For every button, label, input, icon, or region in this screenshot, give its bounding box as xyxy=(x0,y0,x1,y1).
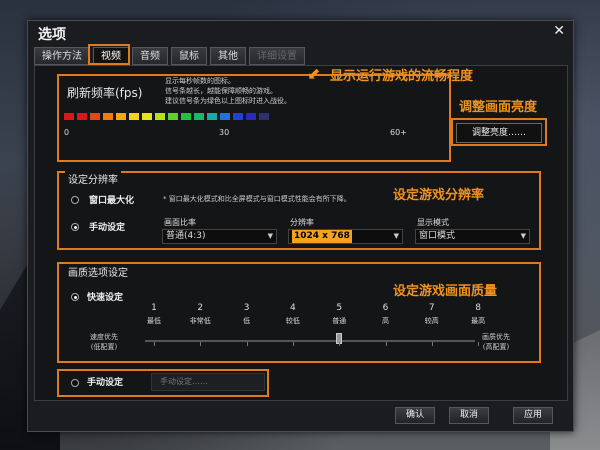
tab-other[interactable]: 其他 xyxy=(210,47,246,65)
quality-level-label: 非常低 xyxy=(189,317,211,325)
annotation-quality: 设定游戏画面质量 xyxy=(393,284,498,299)
fps-segment xyxy=(233,113,243,120)
close-icon[interactable]: ✕ xyxy=(553,23,565,39)
tab-advanced[interactable]: 详细设置 xyxy=(249,47,305,65)
fps-title: 刷新频率(fps) xyxy=(67,86,143,100)
speed-priority-label: 速度优先 (低配置) xyxy=(90,333,118,351)
fps-segment xyxy=(168,113,178,120)
chevron-down-icon: ▼ xyxy=(520,232,526,240)
titlebar: 选项 ✕ xyxy=(28,21,573,43)
maximize-note: * 窗口最大化模式和比全屏模式与窗口模式性能会有所下降。 xyxy=(163,195,351,203)
fps-segment xyxy=(194,113,204,120)
ok-button[interactable]: 确认 xyxy=(395,407,435,424)
fps-segment xyxy=(142,113,152,120)
quality-slider-track[interactable] xyxy=(145,340,475,342)
display-mode-select[interactable]: 窗口模式 ▼ xyxy=(415,229,530,244)
fps-tick-30: 30 xyxy=(219,128,230,137)
manual-resolution-label: 手动设定 xyxy=(89,223,126,233)
annotation-brightness: 调整画面亮度 xyxy=(459,100,538,115)
tab-controls[interactable]: 操作方法 xyxy=(34,47,90,65)
fps-segment xyxy=(181,113,191,120)
manual-quality-button[interactable]: 手动设定…… xyxy=(151,373,265,391)
quick-setting-radio[interactable] xyxy=(71,293,79,301)
quality-slider-tick xyxy=(200,342,202,346)
maximize-window-radio[interactable] xyxy=(71,196,79,204)
quality-level-number: 4 xyxy=(290,303,296,313)
aspect-ratio-select[interactable]: 普通(4:3) ▼ xyxy=(162,229,277,244)
adjust-brightness-button[interactable]: 调整亮度…… xyxy=(456,123,542,143)
fps-segment xyxy=(90,113,100,120)
manual-quality-label: 手动设定 xyxy=(87,378,124,388)
display-mode-label: 显示模式 xyxy=(417,218,449,227)
fps-segment xyxy=(220,113,230,120)
quality-level-number: 2 xyxy=(197,303,204,313)
resolution-select[interactable]: 1024 x 768 ▼ xyxy=(288,229,403,244)
quality-level-label: 普通 xyxy=(332,317,347,325)
quality-level-label: 低 xyxy=(243,317,251,325)
dialog-title: 选项 xyxy=(38,27,66,43)
manual-resolution-radio[interactable] xyxy=(71,223,79,231)
fps-segment xyxy=(207,113,217,120)
apply-button[interactable]: 应用 xyxy=(513,407,553,424)
quality-level-number: 3 xyxy=(243,303,250,313)
annotation-fps: 显示运行游戏的流畅程度 xyxy=(330,69,474,84)
manual-quality-radio[interactable] xyxy=(71,379,79,387)
options-dialog: 选项 ✕ 操作方法 视频 音频 鼠标 其他 详细设置 刷新频率(fps) 显示每… xyxy=(27,20,574,432)
resolution-label: 分辨率 xyxy=(290,218,314,227)
maximize-window-label: 窗口最大化 xyxy=(89,196,135,206)
fps-tick-60: 60+ xyxy=(390,128,407,137)
annotation-resolution: 设定游戏分辨率 xyxy=(393,188,485,203)
fps-tick-0: 0 xyxy=(64,128,70,137)
quality-slider-tick xyxy=(154,342,155,346)
annotation-box-video-tab xyxy=(88,44,130,65)
fps-segment xyxy=(103,113,113,120)
fps-description: 显示每秒帧数的图标。 信号条越长，越能保障顺畅的游戏。 建议信号条为绿色以上图标… xyxy=(165,77,291,105)
quality-slider-tick xyxy=(246,342,248,346)
fps-segment xyxy=(246,113,256,120)
tab-audio[interactable]: 音频 xyxy=(132,47,168,65)
tab-mouse[interactable]: 鼠标 xyxy=(171,47,207,65)
fps-segment xyxy=(116,113,126,120)
quality-level-label: 最高 xyxy=(471,317,486,325)
quality-slider-tick xyxy=(339,342,341,346)
quality-slider-tick xyxy=(385,342,387,346)
quality-level-number: 7 xyxy=(428,303,435,313)
fps-segment xyxy=(129,113,139,120)
quality-group-label: 画质选项设定 xyxy=(65,264,131,279)
cancel-button[interactable]: 取消 xyxy=(449,407,489,424)
quality-priority-label: 画质优先 (高配置) xyxy=(482,333,510,351)
quality-level-label: 最低 xyxy=(147,317,161,325)
fps-meter xyxy=(64,113,269,120)
quality-level-number: 6 xyxy=(382,303,389,313)
fps-segment xyxy=(155,113,165,120)
quality-slider-tick xyxy=(431,342,433,346)
fps-segment xyxy=(64,113,74,120)
quality-level-label: 高 xyxy=(382,317,389,325)
tab-bar: 操作方法 视频 音频 鼠标 其他 详细设置 xyxy=(34,47,305,65)
aspect-ratio-label: 画面比率 xyxy=(164,218,196,227)
video-settings-panel: 刷新频率(fps) 显示每秒帧数的图标。 信号条越长，越能保障顺畅的游戏。 建议… xyxy=(34,64,568,401)
quality-slider-tick xyxy=(478,342,480,346)
resolution-group-label: 设定分辨率 xyxy=(65,171,121,186)
quick-setting-label: 快速设定 xyxy=(87,293,124,303)
chevron-down-icon: ▼ xyxy=(393,232,399,240)
quality-level-number: 5 xyxy=(336,303,343,313)
quality-level-label: 较低 xyxy=(285,317,300,325)
fps-segment xyxy=(77,113,87,120)
arrow-icon: ⬋ xyxy=(307,64,321,83)
quality-level-number: 1 xyxy=(151,303,157,313)
quality-level-label: 较高 xyxy=(424,317,439,325)
quality-level-number: 8 xyxy=(475,303,481,313)
fps-segment xyxy=(259,113,269,120)
chevron-down-icon: ▼ xyxy=(267,232,273,240)
quality-slider-tick xyxy=(292,342,294,346)
